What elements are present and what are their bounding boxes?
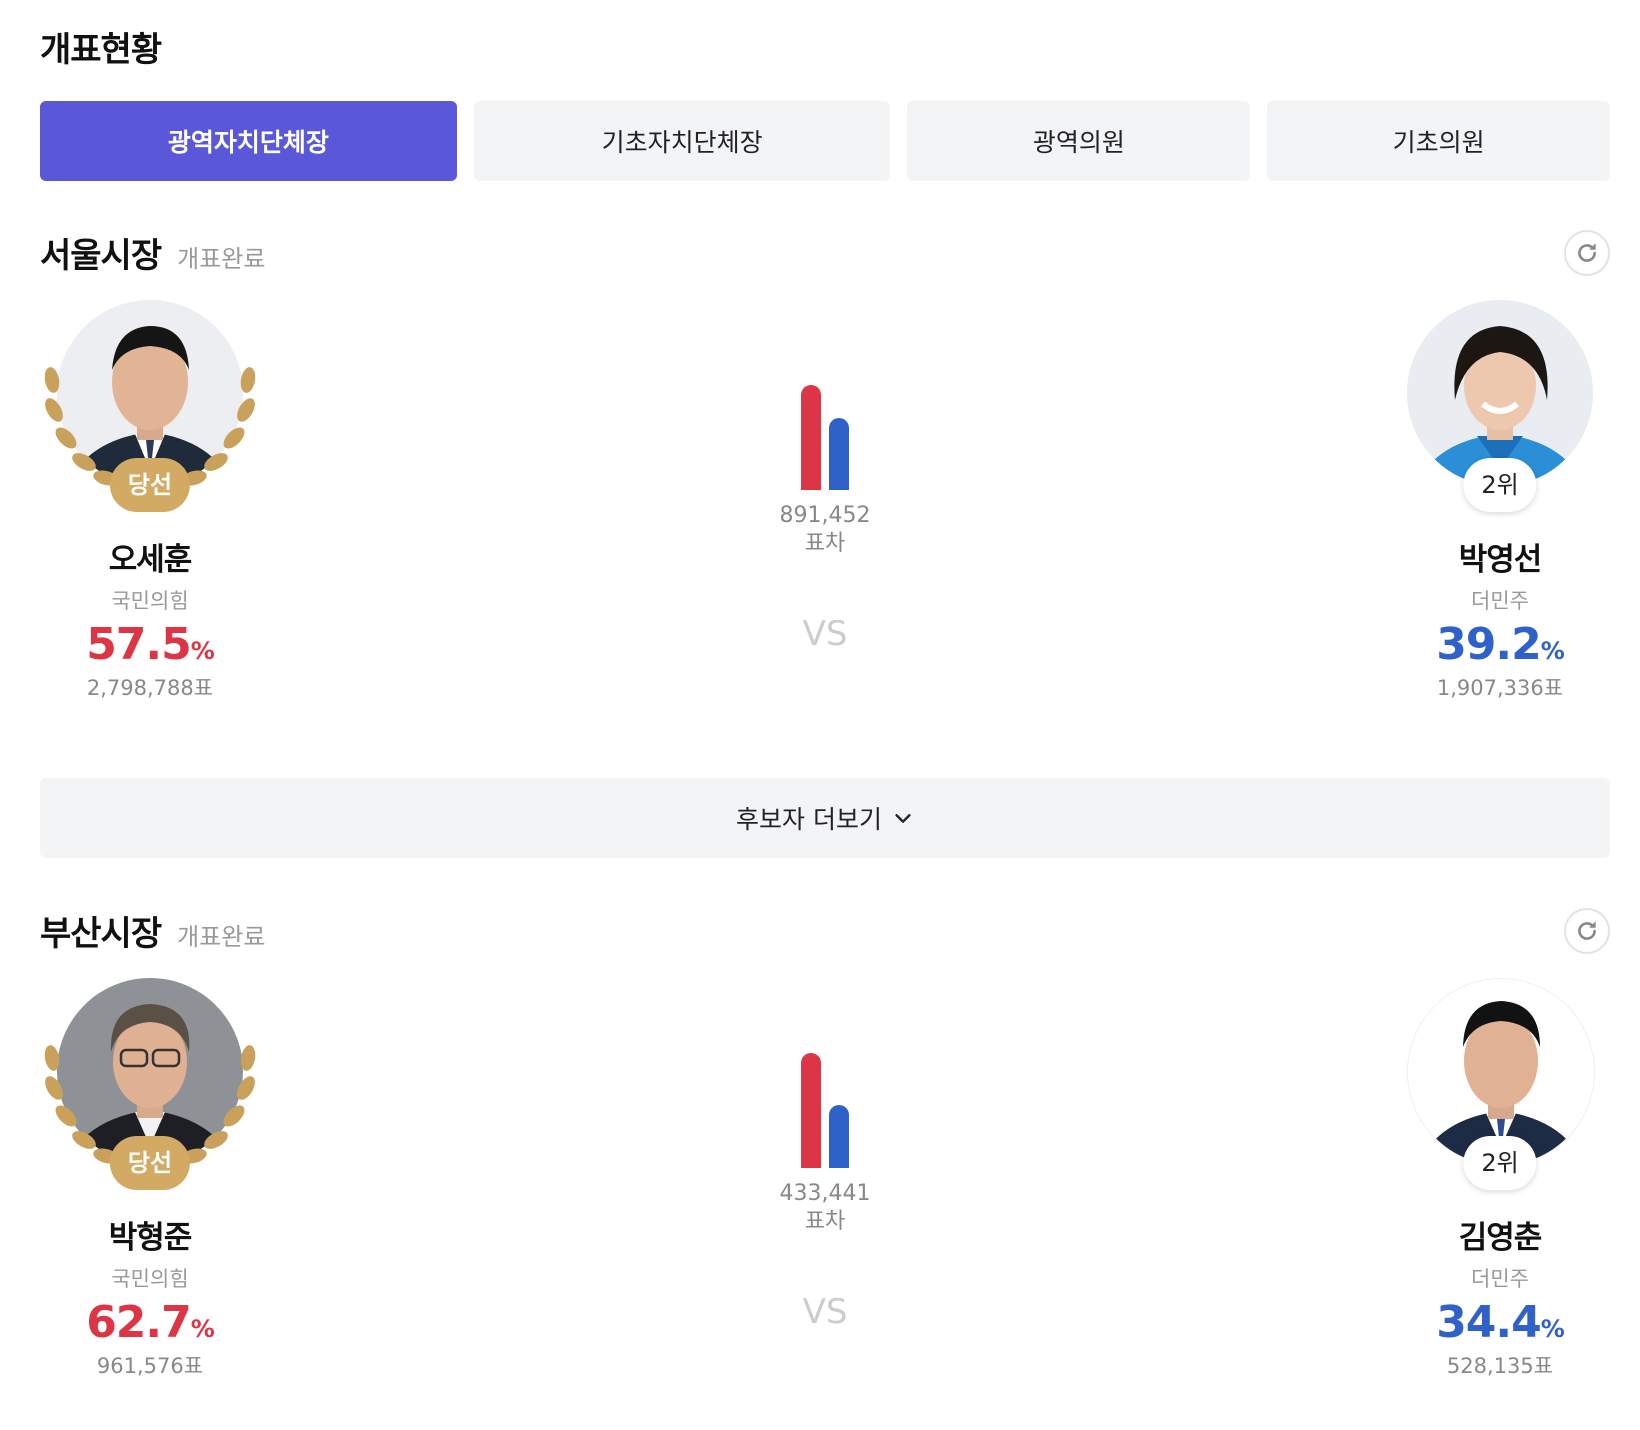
refresh-button[interactable] — [1564, 908, 1610, 954]
candidate-votes: 528,135표 — [1446, 1354, 1554, 1378]
candidate-party: 국민의힘 — [111, 589, 189, 613]
candidate-party: 국민의힘 — [111, 1267, 189, 1291]
candidate-name: 김영춘 — [1458, 1220, 1543, 1256]
vote-difference-value: 891,452 — [779, 503, 871, 528]
candidate-name: 오세훈 — [108, 542, 193, 578]
election-type-tabs: 광역자치단체장 기초자치단체장 광역의원 기초의원 — [40, 101, 1610, 181]
race-card-busan: 부산시장 개표완료 당선 박형준 국민의힘 62.7% 961,576표 433… — [40, 906, 1610, 1406]
runner-up-candidate[interactable]: 2위 김영춘 더민주 34.4% 528,135표 — [1390, 978, 1610, 1380]
race-status: 개표완료 — [177, 245, 266, 273]
vote-difference-value: 433,441 — [779, 1181, 871, 1206]
tab-local-heads[interactable]: 기초자치단체장 — [473, 101, 891, 181]
candidate-percentage: 62.7% — [86, 1297, 215, 1348]
rank-badge: 2위 — [1463, 458, 1537, 512]
tab-metropolitan-council[interactable]: 광역의원 — [907, 101, 1251, 181]
page-title: 개표현황 — [40, 30, 162, 70]
candidate-votes: 1,907,336표 — [1436, 676, 1564, 700]
race-status: 개표완료 — [177, 923, 266, 951]
winner-badge: 당선 — [109, 458, 191, 512]
candidate-votes: 961,576표 — [96, 1354, 204, 1378]
race-title: 서울시장 — [40, 236, 162, 276]
candidate-party: 더민주 — [1471, 589, 1529, 613]
candidate-percentage: 39.2% — [1436, 619, 1565, 670]
vote-difference-label: 표차 — [804, 531, 846, 556]
candidate-party: 더민주 — [1471, 1267, 1529, 1291]
refresh-button[interactable] — [1564, 230, 1610, 276]
race-card-seoul: 서울시장 개표완료 당선 오세훈 국민의힘 57.5% 2,798,788표 8… — [40, 228, 1610, 728]
runner-vote-bar — [829, 1105, 849, 1168]
more-candidates-label: 후보자 더보기 — [736, 805, 882, 834]
tab-local-council[interactable]: 기초의원 — [1267, 101, 1610, 181]
vote-comparison: 433,441 표차 VS — [725, 978, 925, 1332]
vote-comparison: 891,452 표차 VS — [725, 300, 925, 654]
vote-difference: 433,441 표차 — [725, 1180, 925, 1236]
vote-difference-label: 표차 — [804, 1209, 846, 1234]
winner-vote-bar — [801, 1053, 821, 1168]
race-title: 부산시장 — [40, 914, 162, 954]
vote-bars — [725, 300, 925, 490]
candidate-percentage: 57.5% — [86, 619, 215, 670]
winner-vote-bar — [801, 385, 821, 490]
more-candidates-button[interactable]: 후보자 더보기 — [40, 778, 1610, 858]
candidate-name: 박영선 — [1458, 542, 1543, 578]
winner-candidate[interactable]: 당선 박형준 국민의힘 62.7% 961,576표 — [40, 978, 260, 1380]
winner-candidate[interactable]: 당선 오세훈 국민의힘 57.5% 2,798,788표 — [40, 300, 260, 702]
candidate-name: 박형준 — [108, 1220, 193, 1256]
refresh-icon — [1578, 243, 1596, 262]
runner-up-candidate[interactable]: 2위 박영선 더민주 39.2% 1,907,336표 — [1390, 300, 1610, 702]
candidate-percentage: 34.4% — [1436, 1297, 1565, 1348]
vote-bars — [725, 978, 925, 1168]
tab-metropolitan-heads[interactable]: 광역자치단체장 — [40, 101, 457, 181]
vote-difference: 891,452 표차 — [725, 502, 925, 558]
chevron-down-icon — [895, 814, 911, 823]
candidate-votes: 2,798,788표 — [86, 676, 214, 700]
vs-label: VS — [802, 1292, 848, 1332]
runner-vote-bar — [829, 418, 849, 490]
refresh-icon — [1578, 921, 1596, 940]
winner-badge: 당선 — [109, 1136, 191, 1190]
vs-label: VS — [802, 614, 848, 654]
rank-badge: 2위 — [1463, 1136, 1537, 1190]
